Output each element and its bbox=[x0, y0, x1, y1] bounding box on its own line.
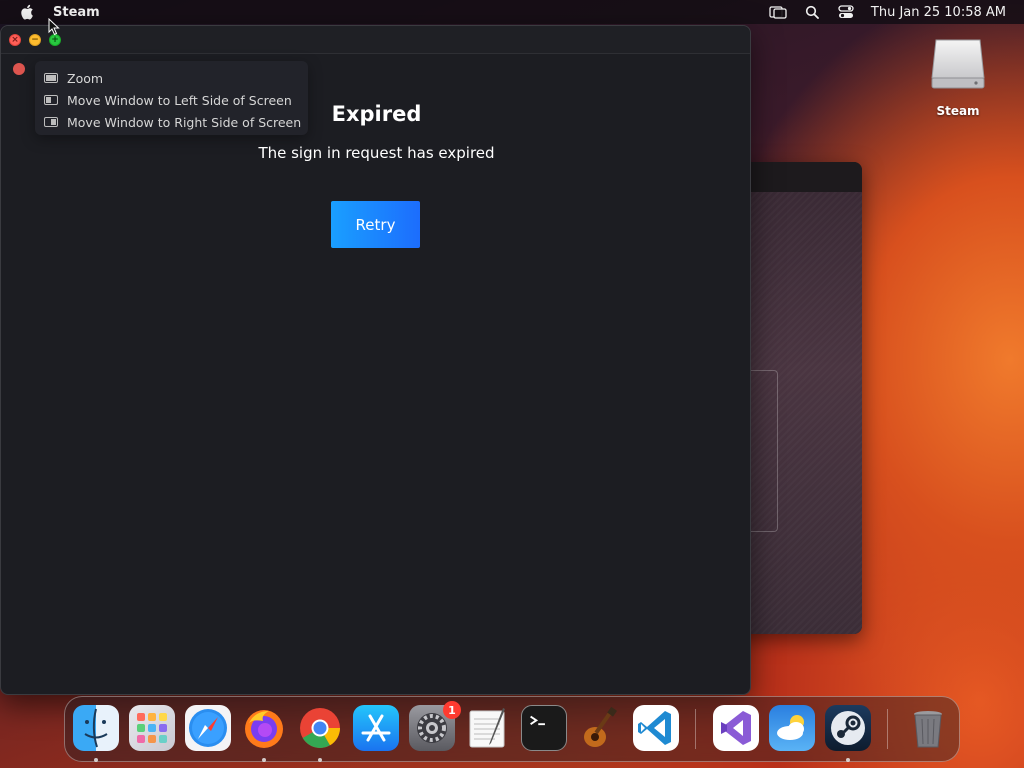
visual-studio-icon[interactable] bbox=[713, 705, 759, 751]
running-indicator bbox=[262, 758, 266, 762]
close-window-button[interactable]: × bbox=[9, 34, 21, 46]
menu-clock[interactable]: Thu Jan 25 10:58 AM bbox=[871, 5, 1006, 20]
dock: 1 bbox=[64, 696, 960, 762]
running-indicator bbox=[94, 758, 98, 762]
steam-window: × − + Zoom Move Window to Left Side of S… bbox=[0, 25, 751, 695]
spotlight-search-icon[interactable] bbox=[803, 5, 821, 19]
textedit-icon[interactable] bbox=[465, 705, 511, 751]
screen-mirroring-icon[interactable] bbox=[769, 5, 787, 19]
running-indicator bbox=[318, 758, 322, 762]
launchpad-icon[interactable] bbox=[129, 705, 175, 751]
garageband-icon[interactable] bbox=[577, 705, 623, 751]
dock-separator bbox=[887, 709, 888, 749]
notification-badge: 1 bbox=[443, 701, 461, 719]
chrome-icon[interactable] bbox=[297, 705, 343, 751]
zoom-window-icon bbox=[44, 73, 58, 83]
zoom-menu-item-label: Zoom bbox=[67, 70, 104, 86]
safari-icon[interactable] bbox=[185, 705, 231, 751]
menu-bar: Steam Thu Jan 25 10:58 AM bbox=[0, 0, 1024, 24]
window-titlebar[interactable]: × − + bbox=[1, 26, 750, 54]
close-icon: × bbox=[11, 34, 19, 45]
zoom-menu-item-zoom[interactable]: Zoom bbox=[35, 67, 308, 89]
inner-close-icon[interactable] bbox=[13, 63, 25, 75]
minimize-window-button[interactable]: − bbox=[29, 34, 41, 46]
running-indicator bbox=[846, 758, 850, 762]
app-store-icon[interactable] bbox=[353, 705, 399, 751]
desktop-drive-label: Steam bbox=[936, 104, 980, 118]
fullscreen-icon: + bbox=[51, 34, 59, 45]
dock-separator bbox=[695, 709, 696, 749]
menu-bar-status-area: Thu Jan 25 10:58 AM bbox=[753, 0, 1006, 24]
control-center-icon[interactable] bbox=[837, 5, 855, 19]
apple-icon[interactable] bbox=[20, 4, 34, 20]
vscode-icon[interactable] bbox=[633, 705, 679, 751]
external-drive-icon bbox=[930, 34, 986, 90]
status-message: The sign in request has expired bbox=[258, 144, 495, 162]
mouse-cursor-icon bbox=[48, 17, 60, 36]
menu-app-name[interactable]: Steam bbox=[53, 5, 100, 20]
desktop-drive-steam[interactable]: Steam bbox=[922, 34, 994, 118]
steam-icon[interactable] bbox=[825, 705, 871, 751]
terminal-icon[interactable] bbox=[521, 705, 567, 751]
minimize-icon: − bbox=[31, 34, 39, 45]
page-title: Expired bbox=[331, 102, 422, 126]
finder-icon[interactable] bbox=[73, 705, 119, 751]
trash-icon[interactable] bbox=[905, 705, 951, 751]
weather-icon[interactable] bbox=[769, 705, 815, 751]
firefox-icon[interactable] bbox=[241, 705, 287, 751]
retry-button[interactable]: Retry bbox=[331, 201, 420, 248]
